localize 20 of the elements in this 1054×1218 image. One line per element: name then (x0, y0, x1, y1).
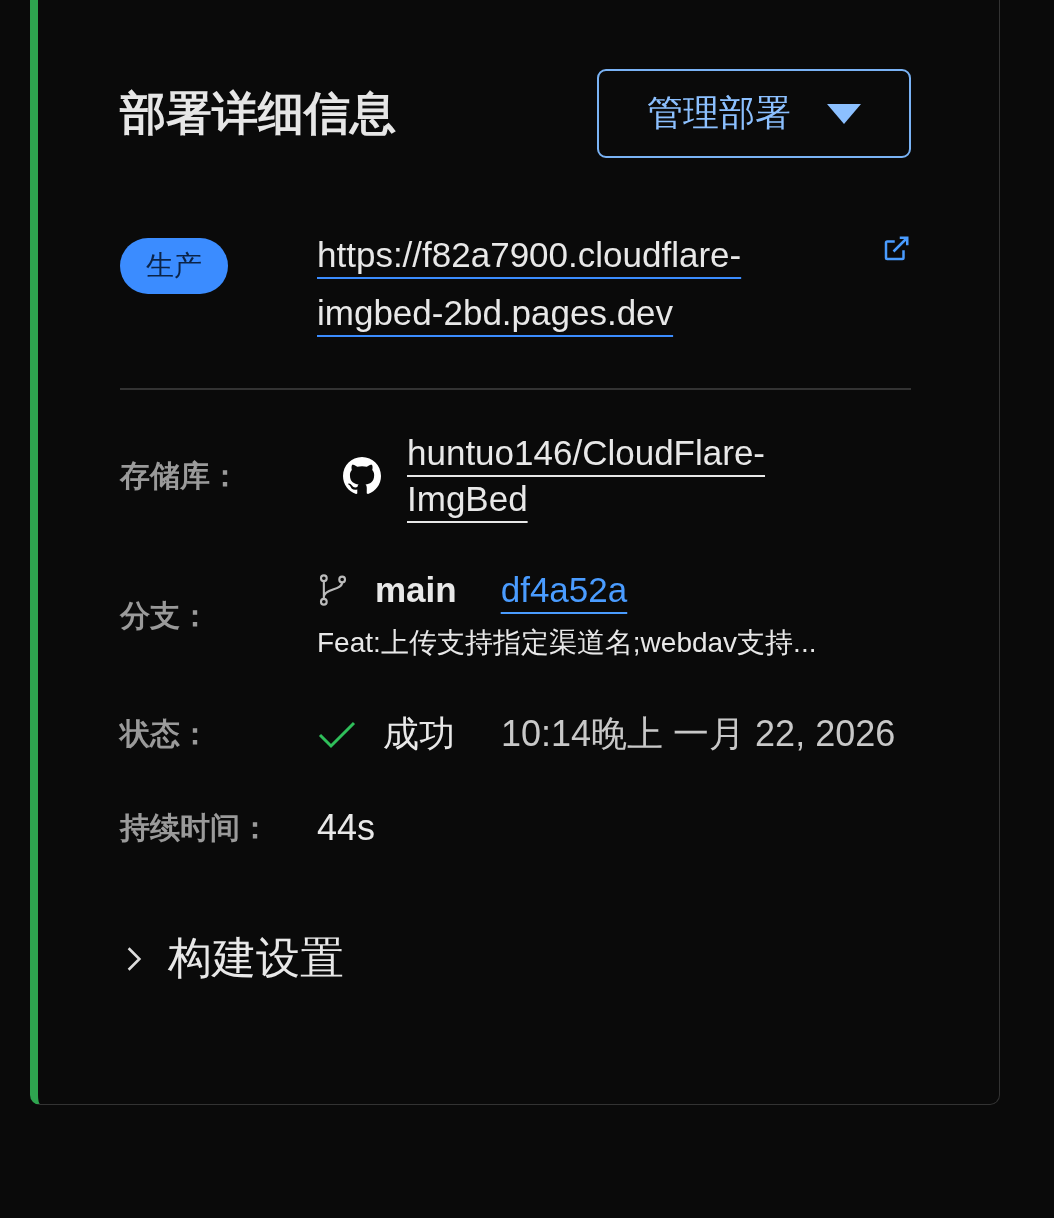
caret-icon (827, 103, 861, 124)
field-label: 持续时间： (120, 809, 271, 846)
branch-name: main (375, 570, 457, 610)
commit-link[interactable]: df4a52a (500, 570, 628, 610)
deploy-time: 10:14晚上 一月 22, 2026 (501, 712, 896, 756)
deployment-url-link[interactable]: https://f82a7900.cloudflare-imgbed-2bd.pages.dev (317, 226, 847, 342)
github-icon (343, 457, 381, 495)
build-settings-toggle[interactable]: 构建设置 (168, 929, 344, 988)
commit-message: Feat:上传支持指定渠道名;webdav支持... (317, 626, 817, 660)
field-label: 存储库： (120, 457, 241, 494)
field-label: 状态： (120, 716, 211, 752)
duration-value: 44s (317, 807, 376, 849)
manage-deployment-button[interactable]: 管理部署 (597, 69, 911, 158)
repository-link[interactable]: huntuo146/CloudFlare-ImgBed (407, 430, 837, 522)
branch-icon (317, 573, 349, 607)
status-text: 成功 (383, 712, 455, 756)
environment-badge: 生产 (120, 238, 228, 294)
check-icon (317, 719, 357, 750)
field-label: 分支： (120, 597, 211, 634)
section-title: 部署详细信息 (120, 85, 396, 141)
